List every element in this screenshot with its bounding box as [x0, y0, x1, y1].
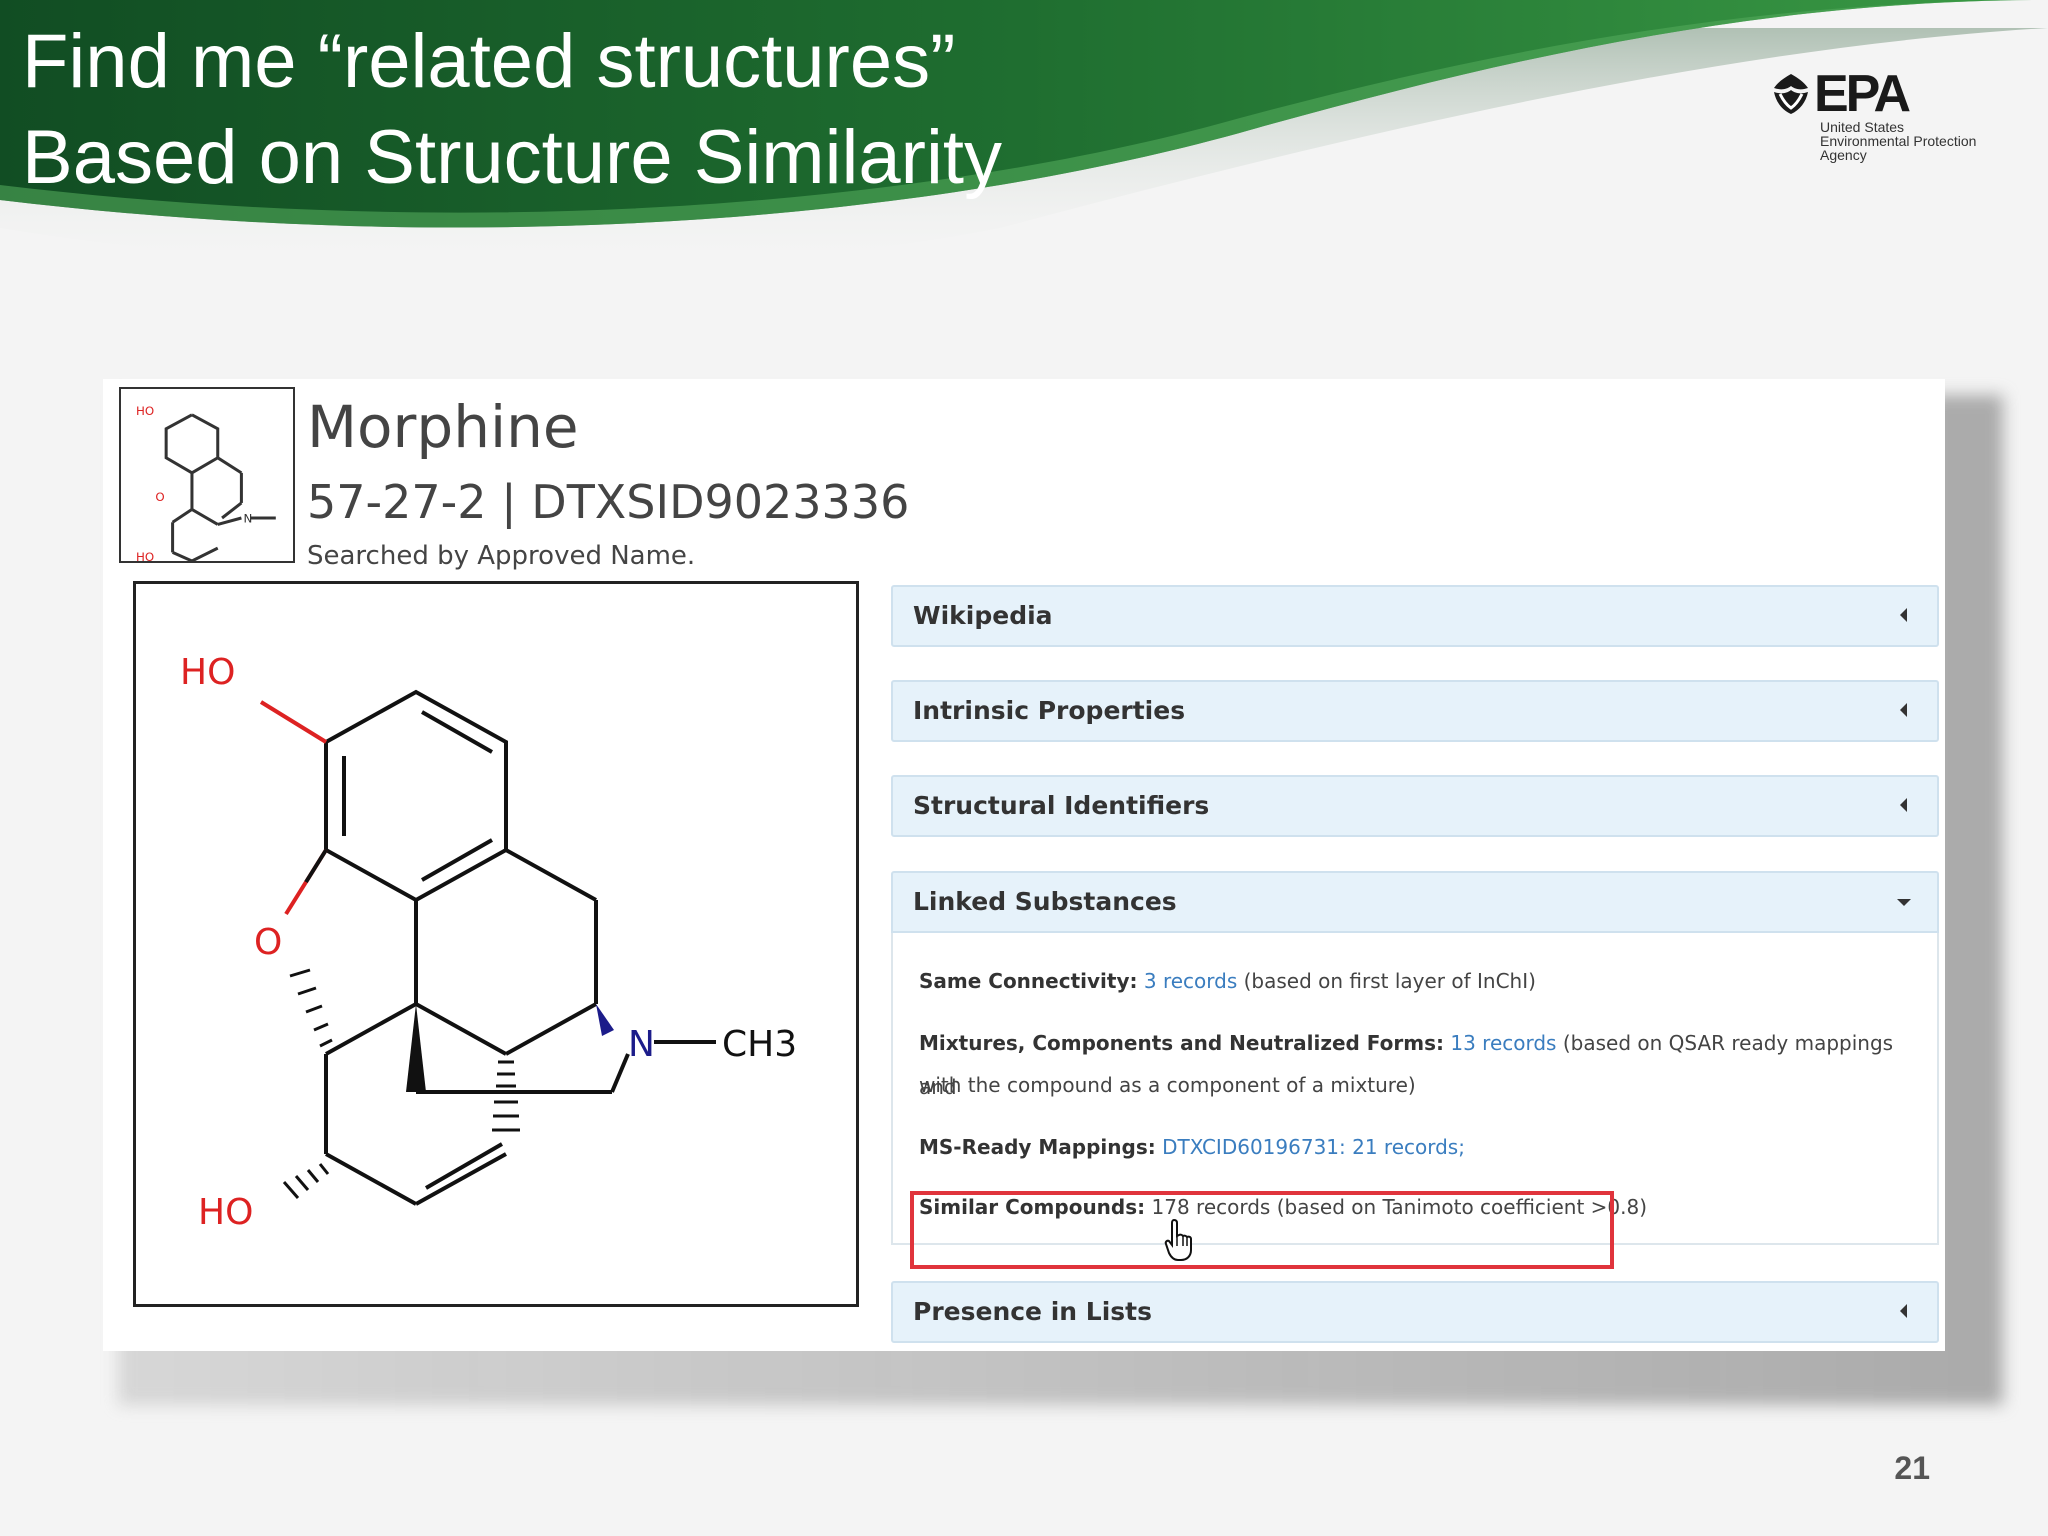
- caret-left-icon: [1900, 798, 1907, 812]
- label-o-ring: O: [254, 922, 282, 963]
- mixtures-label: Mixtures, Components and Neutralized For…: [919, 1031, 1444, 1055]
- epa-flower-icon: [1774, 74, 1808, 114]
- hand-cursor-icon: [1164, 1218, 1192, 1261]
- panel-presence-in-lists[interactable]: Presence in Lists: [891, 1281, 1939, 1343]
- ms-ready-label: MS-Ready Mappings:: [919, 1135, 1156, 1159]
- panel-wikipedia-title: Wikipedia: [913, 601, 1053, 630]
- compound-name: Morphine: [307, 393, 579, 461]
- slide-title-line-1: Find me “related structures”: [22, 19, 956, 104]
- slide-title-line-2: Based on Structure Similarity: [22, 115, 1002, 200]
- label-ho-top: HO: [180, 652, 235, 693]
- mixtures-text-2: with the compound as a component of a mi…: [919, 1073, 1416, 1097]
- slide-title: Find me “related structures” Based on St…: [22, 14, 1002, 206]
- morphine-thumbnail-drawing: HO O HO N: [136, 404, 276, 564]
- label-ch3: CH3: [722, 1024, 797, 1065]
- structure-image: HO O N CH3 HO: [133, 581, 859, 1307]
- panel-intrinsic-properties[interactable]: Intrinsic Properties: [891, 680, 1939, 742]
- epa-wordmark: EPA: [1814, 65, 1911, 123]
- panel-presence-title: Presence in Lists: [913, 1297, 1153, 1326]
- caret-left-icon: [1900, 1304, 1907, 1318]
- svg-text:N: N: [244, 511, 253, 525]
- page-number: 21: [1894, 1450, 1930, 1486]
- panel-wikipedia[interactable]: Wikipedia: [891, 585, 1939, 647]
- panel-structural-identifiers[interactable]: Structural Identifiers: [891, 775, 1939, 837]
- search-note: Searched by Approved Name.: [307, 541, 696, 571]
- same-connectivity-link[interactable]: 3 records: [1144, 969, 1237, 993]
- compound-identifiers: 57-27-2 | DTXSID9023336: [307, 475, 910, 529]
- epa-subtitle: United States Environmental Protection A…: [1820, 120, 1976, 162]
- label-ho-bottom: HO: [198, 1192, 253, 1233]
- same-connectivity-label: Same Connectivity:: [919, 969, 1138, 993]
- panel-structural-title: Structural Identifiers: [913, 791, 1210, 820]
- epa-logo: EPA United States Environmental Protecti…: [1770, 66, 2010, 170]
- caret-left-icon: [1900, 703, 1907, 717]
- svg-text:HO: HO: [136, 404, 154, 418]
- same-connectivity-text: (based on first layer of InChI): [1237, 969, 1536, 993]
- ms-ready-link[interactable]: DTXCID60196731: 21 records;: [1162, 1135, 1465, 1159]
- morphine-structure-drawing: HO O N CH3 HO: [180, 652, 797, 1233]
- mixtures-link[interactable]: 13 records: [1450, 1031, 1556, 1055]
- row-mixtures-continued: with the compound as a component of a mi…: [919, 1063, 1416, 1107]
- svg-text:HO: HO: [136, 550, 154, 561]
- panel-linked-substances[interactable]: Linked Substances: [891, 871, 1939, 933]
- similar-compounds-highlight: [910, 1191, 1614, 1269]
- row-same-connectivity: Same Connectivity: 3 records (based on f…: [919, 959, 1536, 1003]
- label-n: N: [628, 1024, 655, 1065]
- structure-thumbnail[interactable]: HO O HO N: [119, 387, 295, 564]
- epa-sub-line-2: Environmental Protection: [1820, 133, 1977, 149]
- epa-sub-line-3: Agency: [1820, 147, 1867, 163]
- panel-linked-title: Linked Substances: [913, 887, 1177, 916]
- caret-down-icon: [1897, 899, 1911, 906]
- panel-intrinsic-title: Intrinsic Properties: [913, 696, 1186, 725]
- row-ms-ready: MS-Ready Mappings: DTXCID60196731: 21 re…: [919, 1125, 1465, 1169]
- epa-sub-line-1: United States: [1820, 119, 1905, 135]
- svg-text:O: O: [155, 490, 164, 504]
- caret-left-icon: [1900, 608, 1907, 622]
